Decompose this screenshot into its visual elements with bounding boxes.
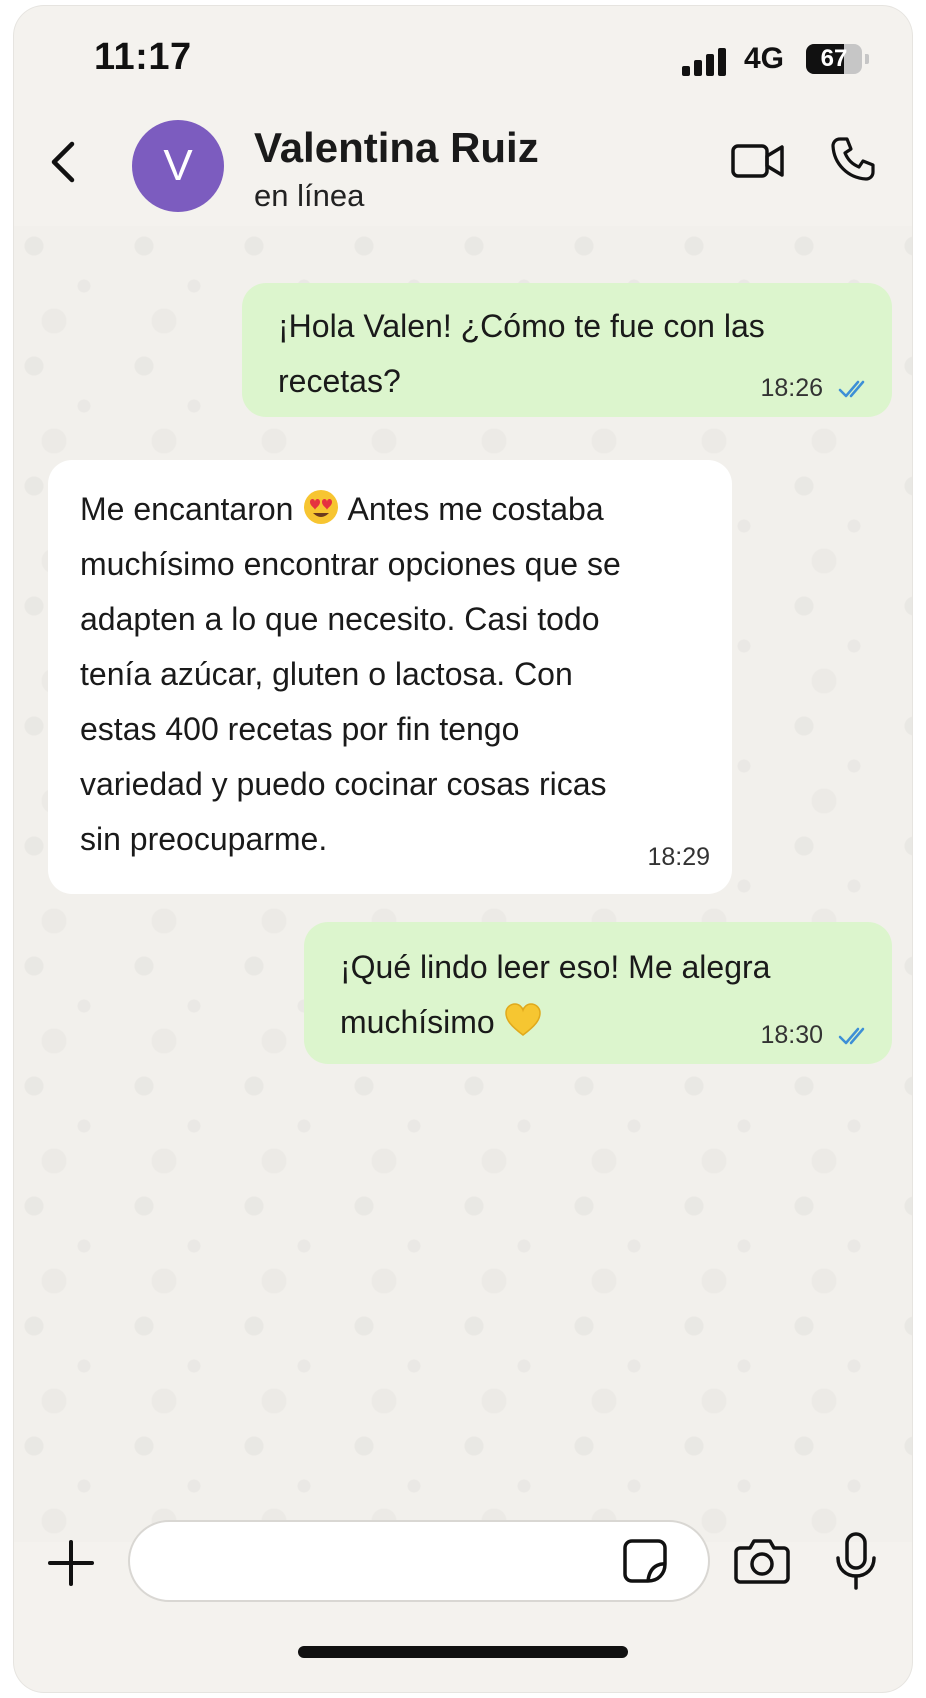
message-outgoing[interactable]: ¡Qué lindo leer eso! Me alegra muchísimo… <box>304 922 892 1064</box>
battery-icon: 67 <box>806 44 862 74</box>
battery-percentage: 67 <box>820 45 848 72</box>
message-incoming[interactable]: Me encantaron Antes me costaba muchísimo… <box>48 460 732 894</box>
message-time: 18:30 <box>760 1021 824 1049</box>
message-time: 18:29 <box>647 843 710 871</box>
battery-cap <box>865 54 869 64</box>
microphone-icon <box>836 1532 876 1590</box>
contact-name[interactable]: Valentina Ruiz <box>254 124 539 172</box>
microphone-button[interactable] <box>834 1532 878 1590</box>
sticker-icon <box>623 1539 667 1583</box>
read-receipt-icon <box>838 1028 865 1045</box>
message-meta: 18:29 <box>647 842 710 872</box>
message-text-line: muchísimo encontrar opciones que se <box>80 546 621 582</box>
message-meta: 18:26 <box>760 373 872 403</box>
plus-icon <box>48 1540 94 1586</box>
voice-call-button[interactable] <box>828 134 878 184</box>
heart-eyes-emoji-icon <box>304 490 339 524</box>
status-time: 11:17 <box>94 36 192 78</box>
chat-header: V Valentina Ruiz en línea <box>14 106 912 224</box>
home-indicator[interactable] <box>298 1646 628 1658</box>
back-icon <box>51 141 75 183</box>
message-text-line: estas 400 recetas por fin tengo <box>80 711 520 747</box>
network-type: 4G <box>744 42 785 75</box>
sticker-button[interactable] <box>622 1538 668 1584</box>
video-call-button[interactable] <box>730 138 786 184</box>
yellow-heart-emoji-icon <box>504 1003 541 1036</box>
video-camera-icon <box>731 144 784 178</box>
message-text-line: ¡Qué lindo leer eso! Me alegra <box>340 949 771 985</box>
message-text-line: variedad y puedo cocinar cosas ricas <box>80 766 607 802</box>
message-text-line: adapten a lo que necesito. Casi todo <box>80 601 600 637</box>
message-text-line: ¡Hola Valen! ¿Cómo te fue con las <box>278 308 765 344</box>
message-time: 18:26 <box>760 374 824 402</box>
phone-icon <box>831 137 875 181</box>
phone-screen: 11:17 4G 67 V Valentina Ruiz en línea ¡H… <box>14 6 912 1692</box>
contact-avatar[interactable]: V <box>132 120 224 212</box>
message-meta: 18:30 <box>760 1020 872 1050</box>
camera-icon <box>734 1539 790 1584</box>
message-outgoing[interactable]: ¡Hola Valen! ¿Cómo te fue con las receta… <box>242 283 892 417</box>
attach-button[interactable] <box>46 1538 96 1588</box>
read-receipt-icon <box>838 381 865 398</box>
message-text-line: tenía azúcar, gluten o lactosa. Con <box>80 656 573 692</box>
back-button[interactable] <box>44 136 84 188</box>
message-text-line: sin preocuparme. <box>80 821 328 857</box>
contact-status: en línea <box>254 178 365 213</box>
message-text-line: Me encantaron Antes me costaba <box>80 482 702 537</box>
camera-button[interactable] <box>734 1536 790 1586</box>
status-bar: 11:17 4G 67 <box>14 6 912 106</box>
signal-icon <box>682 46 728 76</box>
